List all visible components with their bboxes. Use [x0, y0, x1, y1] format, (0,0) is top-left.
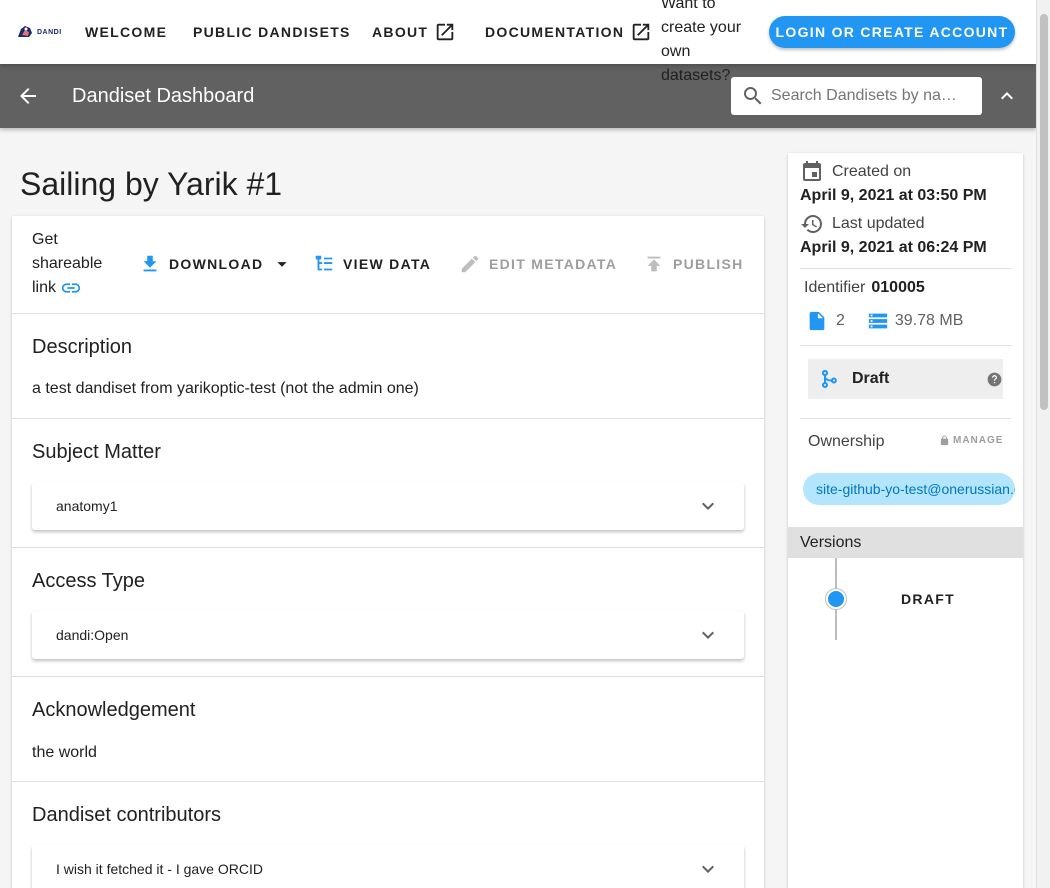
- description-section: Description a test dandiset from yarikop…: [12, 314, 764, 419]
- versions-header: Versions: [788, 527, 1023, 558]
- dashboard-app-bar: Dandiset Dashboard: [0, 64, 1036, 128]
- link-icon: [62, 283, 81, 293]
- access-type-value: dandi:Open: [56, 627, 129, 643]
- dandiset-size: 39.78 MB: [894, 312, 964, 329]
- dandi-logo[interactable]: DANDI: [16, 22, 62, 42]
- dandiset-details-card: Get shareable link DOWNLOAD VIEW DATA ED…: [12, 216, 764, 888]
- nav-public-dandisets[interactable]: PUBLIC DANDISETS: [193, 0, 351, 64]
- manage-owners-button[interactable]: MANAGE: [939, 435, 1003, 446]
- help-icon[interactable]: [987, 372, 1002, 387]
- top-navigation: DANDI WELCOME PUBLIC DANDISETS ABOUT DOC…: [0, 0, 1036, 84]
- publish-icon: [647, 256, 661, 272]
- create-datasets-promo: Want to create your own datasets?: [661, 0, 742, 84]
- chevron-down-icon: [702, 865, 714, 873]
- acknowledgement-heading: Acknowledgement: [32, 699, 196, 721]
- edit-metadata-button[interactable]: EDIT METADATA: [459, 252, 617, 276]
- history-icon: [801, 215, 822, 233]
- file-count: 2: [836, 312, 845, 329]
- back-arrow-icon[interactable]: [16, 84, 40, 108]
- scrollbar-thumb[interactable]: [1040, 14, 1048, 410]
- chevron-up-icon[interactable]: [995, 84, 1019, 108]
- search-input[interactable]: [771, 87, 961, 105]
- login-button[interactable]: LOGIN OR CREATE ACCOUNT: [769, 16, 1015, 48]
- page-scrollbar[interactable]: [1036, 0, 1050, 888]
- contributor-panel[interactable]: I wish it fetched it - I gave ORCID: [32, 845, 744, 888]
- version-draft[interactable]: DRAFT: [901, 591, 955, 607]
- nav-about-label: ABOUT: [372, 24, 429, 40]
- app-bar-title: Dandiset Dashboard: [72, 85, 255, 107]
- owner-chip[interactable]: site-github-yo-test@onerussian.com: [803, 473, 1015, 505]
- publish-button[interactable]: PUBLISH: [643, 252, 744, 276]
- created-row: Created on: [800, 160, 911, 184]
- identifier-value: 010005: [871, 279, 925, 296]
- pencil-icon: [461, 255, 479, 273]
- external-link-icon: [633, 23, 650, 41]
- action-bar: Get shareable link DOWNLOAD VIEW DATA ED…: [12, 216, 764, 314]
- dandiset-title: Sailing by Yarik #1: [20, 166, 283, 202]
- calendar-icon: [803, 161, 821, 181]
- caret-down-icon: [277, 262, 287, 267]
- download-icon: [143, 255, 157, 272]
- edit-metadata-label: EDIT METADATA: [489, 256, 618, 272]
- view-data-label: VIEW DATA: [343, 256, 432, 272]
- updated-row: Last updated: [800, 212, 925, 236]
- divider: [800, 345, 1011, 346]
- subject-matter-value: anatomy1: [56, 498, 118, 514]
- view-data-button[interactable]: VIEW DATA: [313, 252, 431, 276]
- lock-icon: [940, 435, 949, 446]
- subject-matter-panel[interactable]: anatomy1: [32, 482, 744, 530]
- nav-welcome-label: WELCOME: [85, 24, 168, 40]
- identifier-row: Identifier 010005: [804, 279, 925, 297]
- subject-matter-heading: Subject Matter: [32, 441, 161, 463]
- nav-documentation-label: DOCUMENTATION: [485, 24, 625, 40]
- search-box[interactable]: [731, 77, 982, 115]
- access-type-heading: Access Type: [32, 570, 146, 592]
- ownership-label: Ownership: [808, 433, 885, 450]
- acknowledgement-section: Acknowledgement the world: [12, 677, 764, 782]
- manage-label: MANAGE: [953, 435, 1004, 446]
- draft-status[interactable]: Draft: [808, 359, 1003, 399]
- access-type-section: Access Type dandi:Open: [12, 548, 764, 677]
- description-heading: Description: [32, 336, 133, 358]
- dandi-logo-icon: [18, 26, 32, 37]
- file-tree-icon: [315, 255, 333, 271]
- divider: [800, 268, 1011, 269]
- nav-public-dandisets-label: PUBLIC DANDISETS: [193, 24, 351, 40]
- description-text: a test dandiset from yarikoptic-test (no…: [32, 380, 419, 397]
- identifier-label: Identifier: [804, 279, 866, 296]
- chevron-down-icon: [702, 502, 714, 510]
- version-timeline-dot[interactable]: [826, 589, 846, 609]
- updated-label: Last updated: [832, 215, 925, 232]
- created-label: Created on: [832, 163, 912, 180]
- download-label: DOWNLOAD: [169, 256, 264, 272]
- draft-label: Draft: [852, 370, 890, 387]
- nav-about[interactable]: ABOUT: [372, 0, 456, 64]
- external-link-icon: [437, 23, 454, 41]
- nav-documentation[interactable]: DOCUMENTATION: [485, 0, 652, 64]
- access-type-panel[interactable]: dandi:Open: [32, 611, 744, 659]
- created-date: April 9, 2021 at 03:50 PM: [800, 187, 987, 204]
- stats-row: 2 39.78 MB: [806, 310, 963, 332]
- nav-welcome[interactable]: WELCOME: [85, 0, 167, 64]
- logo-text: DANDI: [37, 28, 62, 36]
- dandiset-sidebar: Created on April 9, 2021 at 03:50 PM Las…: [788, 153, 1023, 888]
- subject-matter-section: Subject Matter anatomy1: [12, 419, 764, 548]
- branch-icon: [821, 370, 837, 389]
- divider: [800, 418, 1011, 419]
- contributors-section: Dandiset contributors I wish it fetched …: [12, 782, 764, 888]
- acknowledgement-text: the world: [32, 744, 97, 761]
- chevron-down-icon: [702, 631, 714, 639]
- download-button[interactable]: DOWNLOAD: [139, 252, 293, 276]
- contributors-heading: Dandiset contributors: [32, 804, 221, 826]
- updated-date: April 9, 2021 at 06:24 PM: [800, 239, 987, 256]
- contributor-value: I wish it fetched it - I gave ORCID: [56, 861, 263, 877]
- shareable-link[interactable]: Get shareable link: [32, 228, 112, 300]
- publish-label: PUBLISH: [673, 256, 744, 272]
- storage-icon: [868, 313, 888, 329]
- file-icon: [809, 311, 825, 331]
